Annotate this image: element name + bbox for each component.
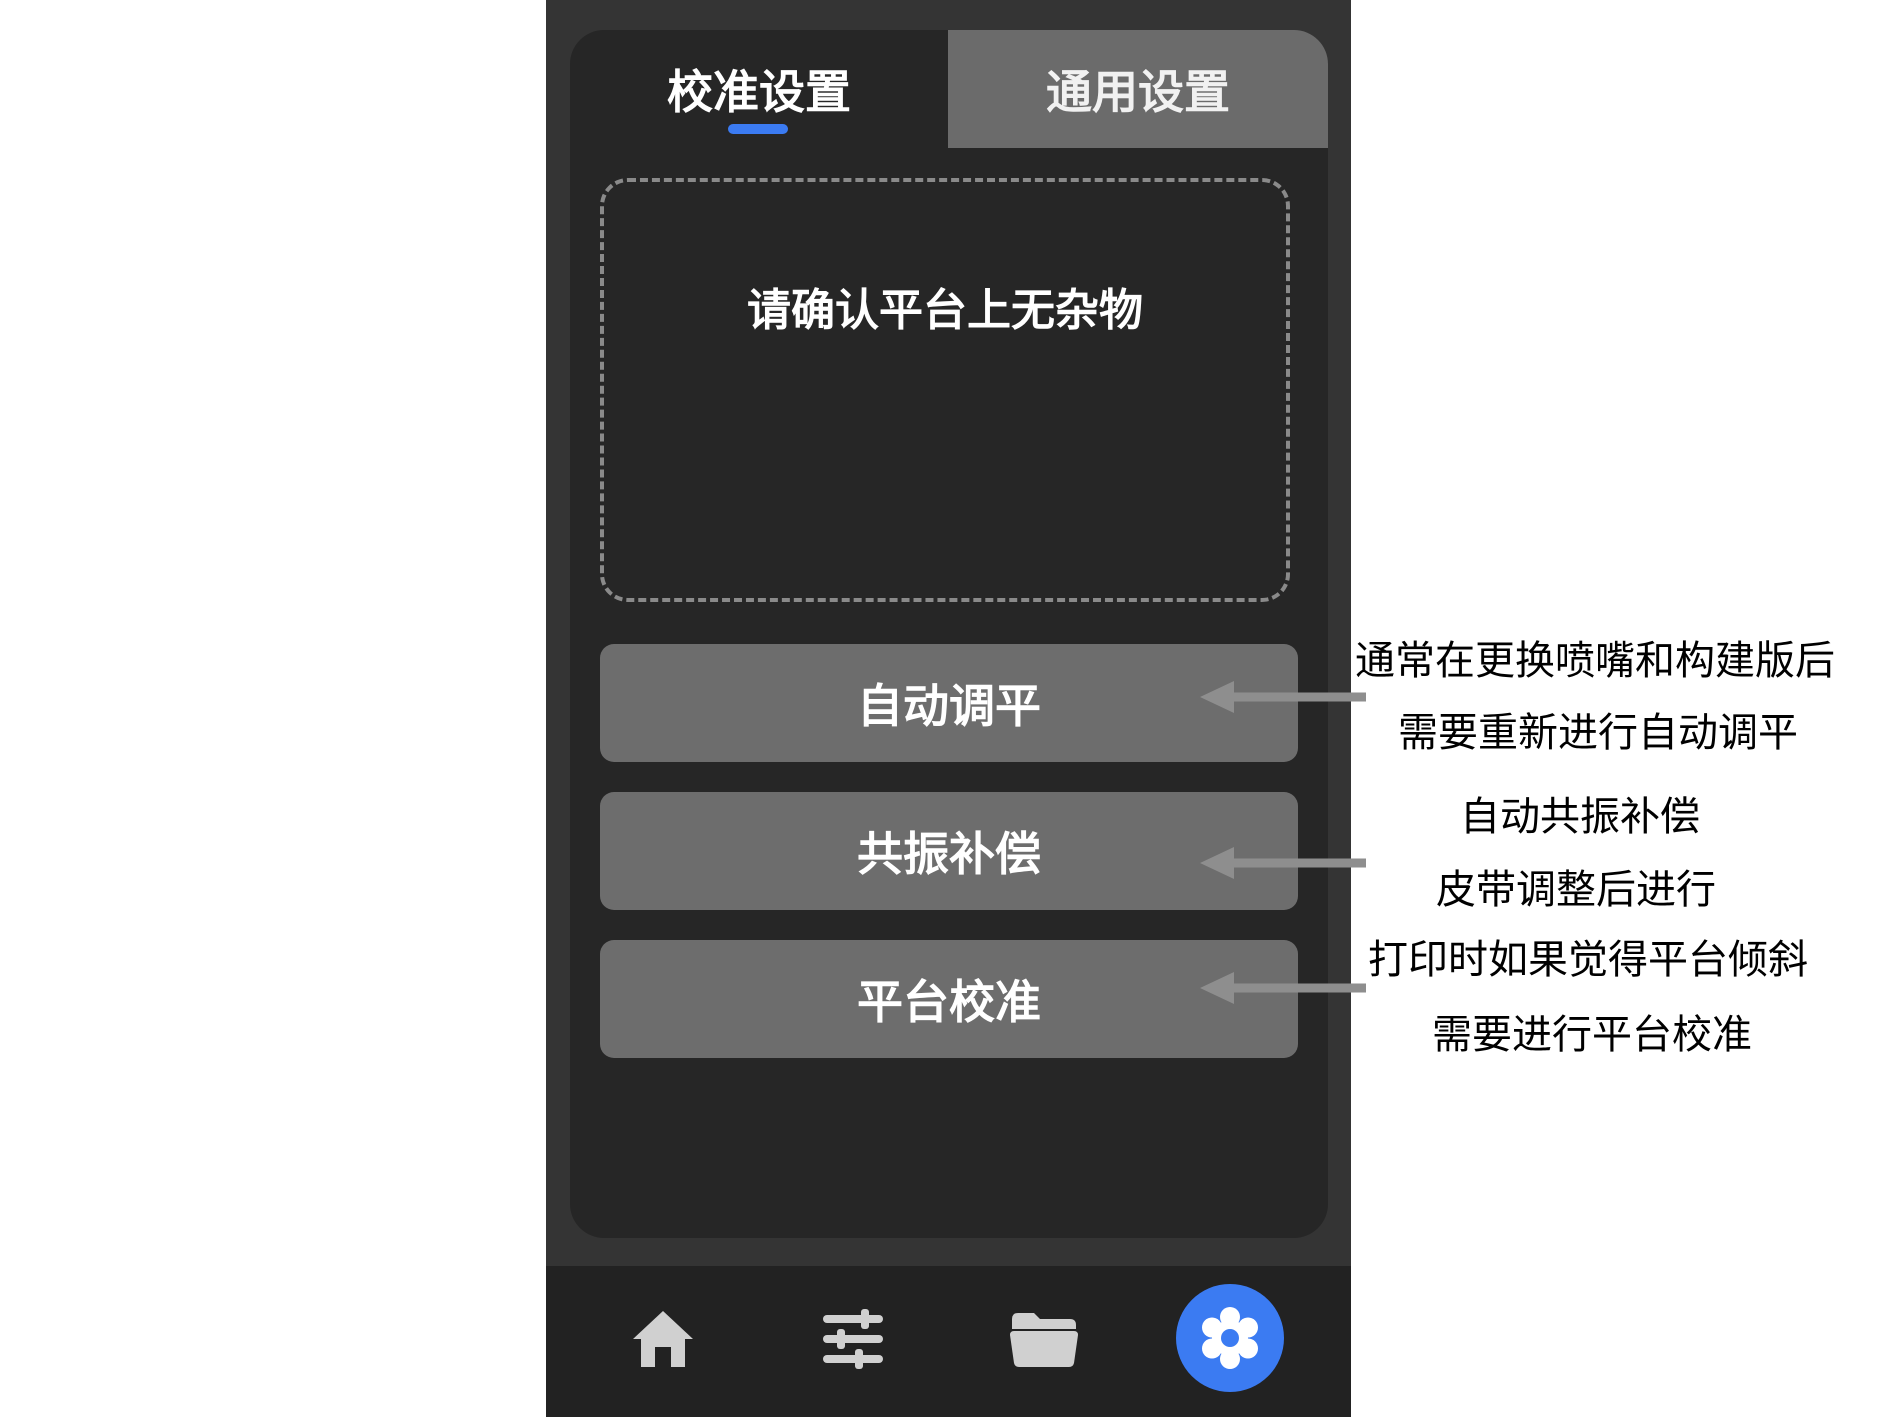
resonance-compensation-button[interactable]: 共振补偿 [600,792,1298,910]
home-icon [633,1311,693,1367]
resonance-compensation-label: 共振补偿 [857,827,1041,881]
platform-clear-message: 请确认平台上无杂物 [747,285,1143,336]
gear-icon [1176,1284,1284,1392]
nav-settings[interactable] [1176,1284,1284,1392]
arrow-left-icon [1200,681,1366,713]
nav-adjust[interactable] [798,1284,908,1394]
platform-calibration-label: 平台校准 [857,975,1041,1029]
annotation-resonance-line2: 皮带调整后进行 [1436,867,1716,913]
tab-calibration-label: 校准设置 [667,65,851,119]
nav-home[interactable] [608,1284,718,1394]
active-tab-indicator [728,124,788,134]
annotation-platform-line1: 打印时如果觉得平台倾斜 [1368,937,1808,983]
bottom-navigation [546,1266,1351,1417]
annotation-platform-line2: 需要进行平台校准 [1432,1012,1752,1058]
arrow-left-icon [1200,847,1366,879]
annotation-auto-level-line2: 需要重新进行自动调平 [1398,710,1798,756]
settings-panel: 校准设置 通用设置 请确认平台上无杂物 自动调平 共振补偿 平台校准 [570,30,1328,1238]
annotation-resonance-line1: 自动共振补偿 [1460,794,1700,840]
arrow-left-icon [1200,972,1366,1004]
nav-files[interactable] [989,1284,1099,1394]
platform-calibration-button[interactable]: 平台校准 [600,940,1298,1058]
platform-preview-area: 请确认平台上无杂物 [600,178,1290,602]
folder-icon [1010,1313,1078,1367]
sliders-icon [823,1309,883,1369]
tab-general-label: 通用设置 [1046,65,1230,119]
auto-level-button[interactable]: 自动调平 [600,644,1298,762]
tab-general-settings[interactable]: 通用设置 [948,30,1328,148]
auto-level-label: 自动调平 [857,679,1041,733]
annotation-auto-level-line1: 通常在更换喷嘴和构建版后 [1355,638,1835,684]
